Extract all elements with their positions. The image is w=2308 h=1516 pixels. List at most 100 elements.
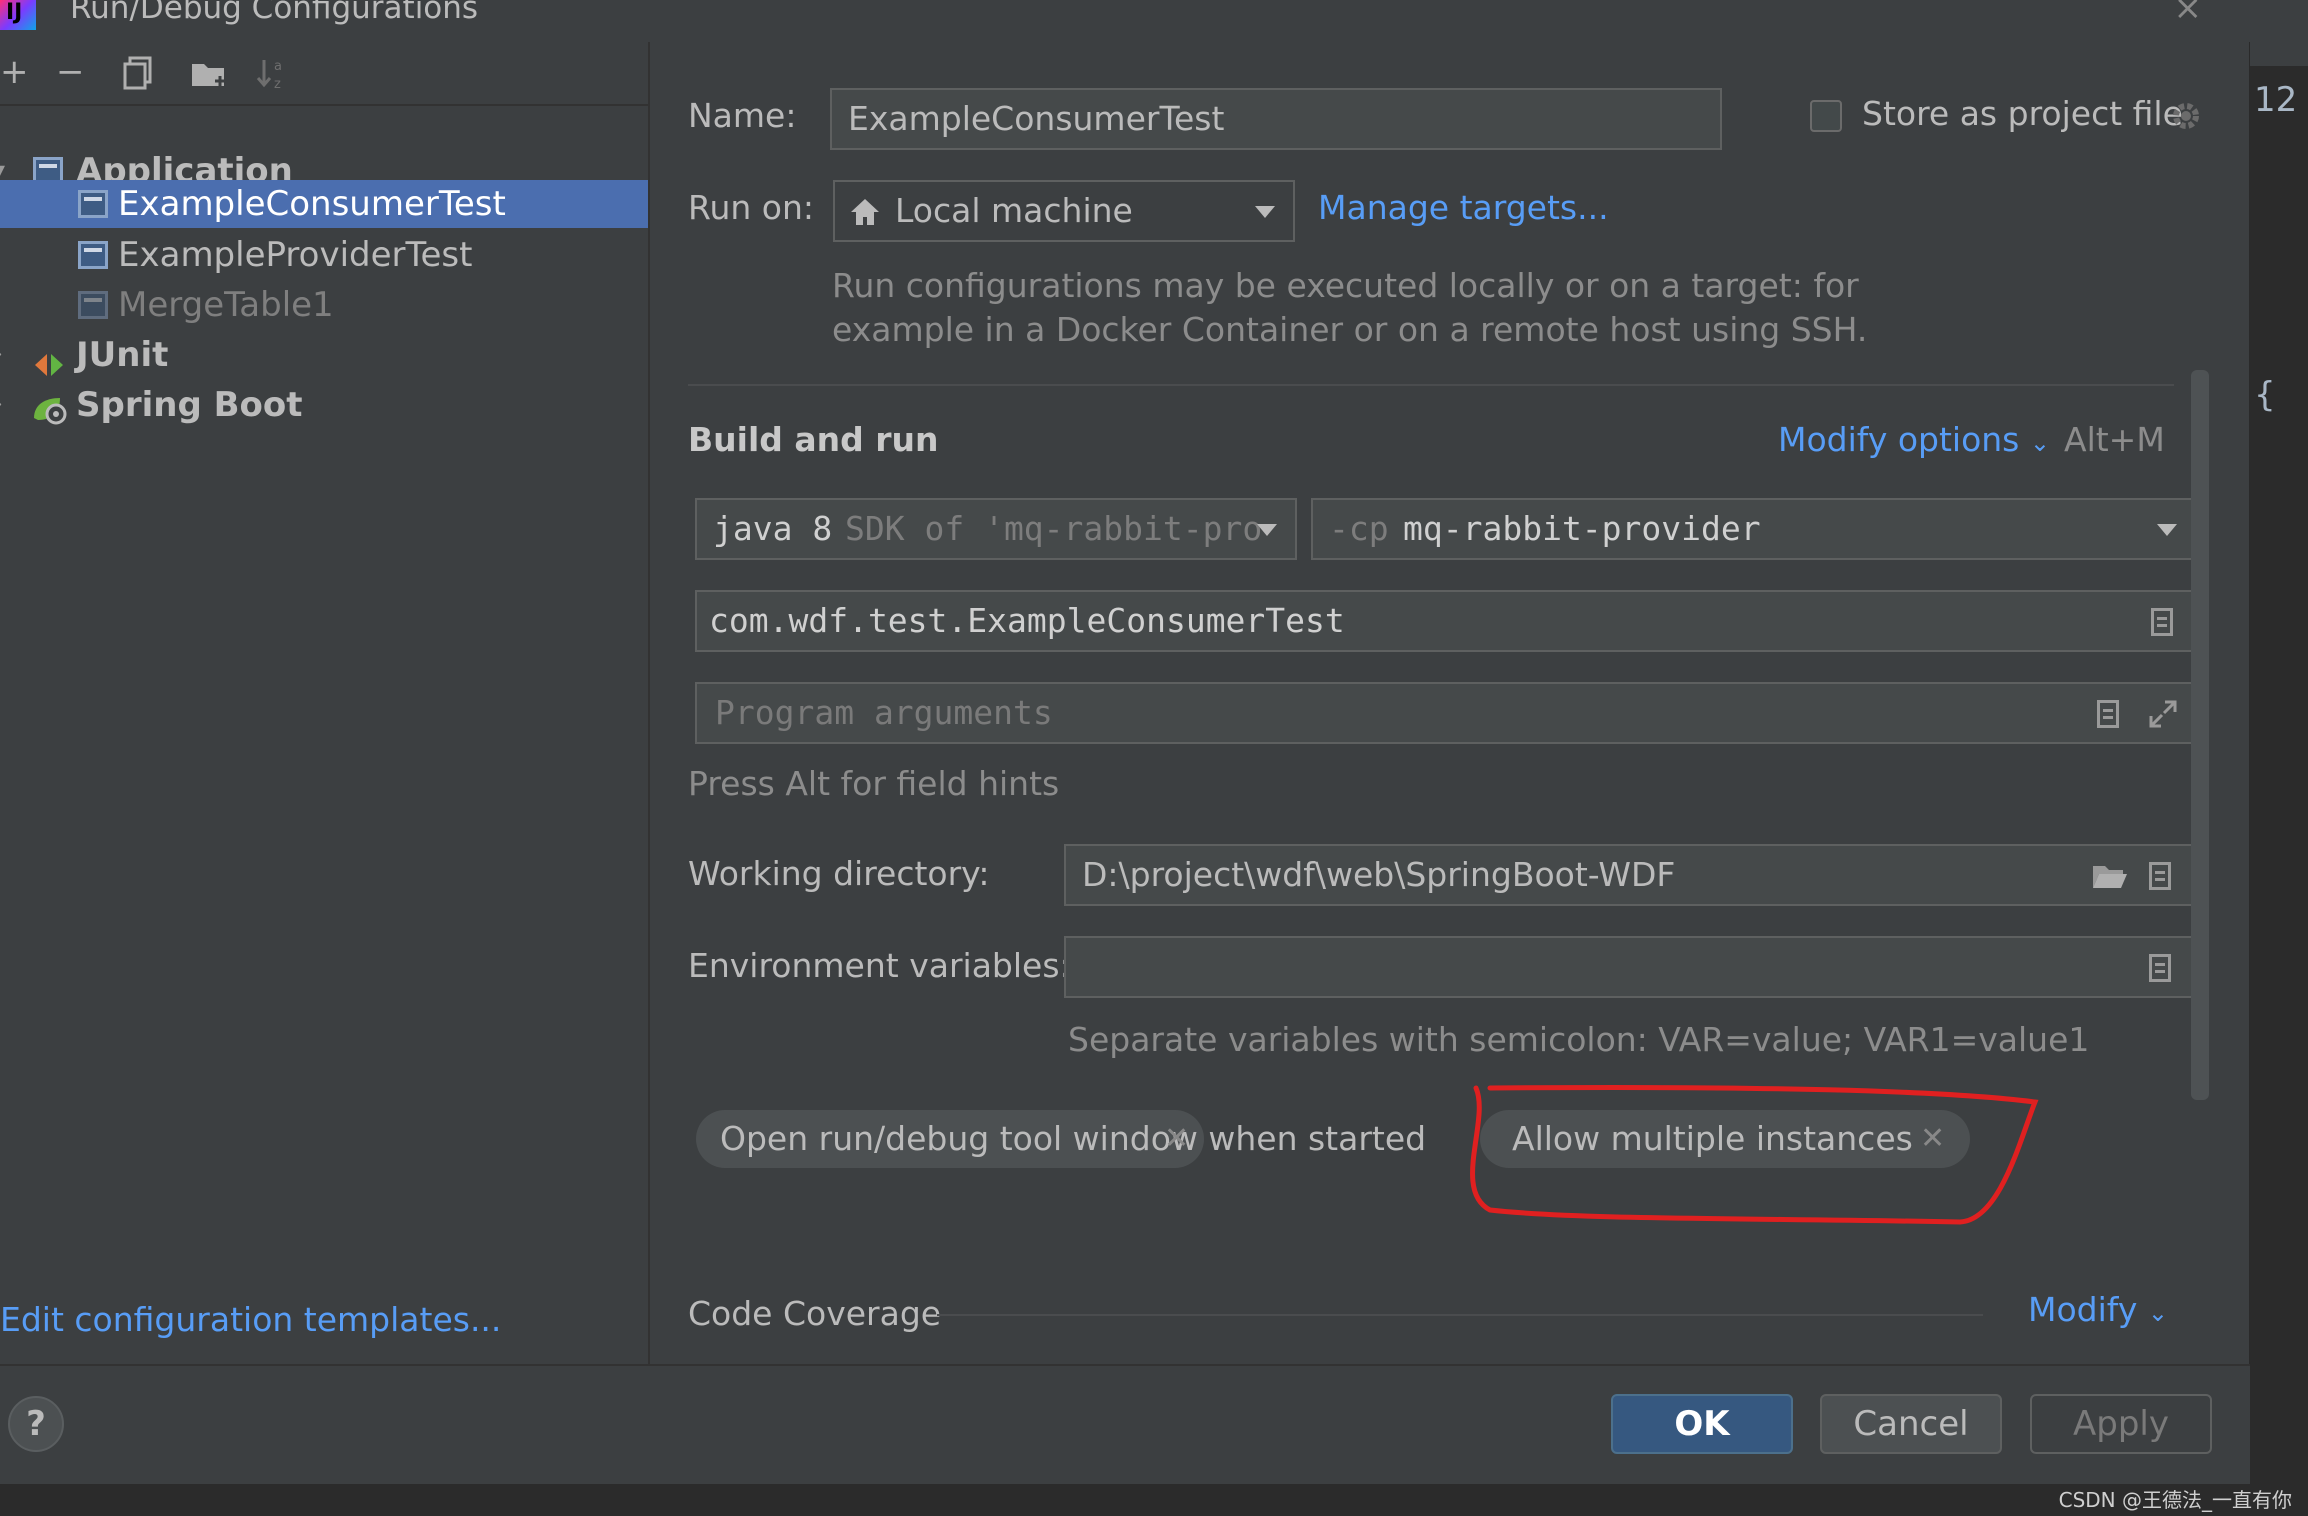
- insert-macro-icon[interactable]: [2097, 700, 2119, 728]
- field-hints-text: Press Alt for field hints: [688, 764, 1060, 803]
- name-input[interactable]: ExampleConsumerTest: [830, 88, 1722, 150]
- apply-button[interactable]: Apply: [2030, 1394, 2212, 1454]
- classpath-dropdown[interactable]: -cp mq-rabbit-provider: [1311, 498, 2197, 560]
- tree-item-example-consumer-test[interactable]: ExampleConsumerTest: [0, 180, 648, 228]
- classpath-prefix: -cp: [1329, 509, 1389, 548]
- configuration-form: Name: ExampleConsumerTest Store as proje…: [650, 42, 2250, 1364]
- working-directory-input[interactable]: D:\project\wdf\web\SpringBoot-WDF: [1064, 844, 2197, 906]
- gear-icon[interactable]: [2168, 98, 2204, 138]
- config-toolbar: + − az: [0, 42, 648, 106]
- edit-templates-link[interactable]: Edit configuration templates...: [0, 1300, 501, 1339]
- name-value: ExampleConsumerTest: [848, 99, 1225, 138]
- expand-arrow-icon[interactable]: ›: [0, 330, 3, 380]
- chip-label: Open run/debug tool window when started: [720, 1119, 1427, 1158]
- tree-item-junit[interactable]: › JUnit: [0, 330, 648, 380]
- svg-text:a: a: [274, 59, 282, 74]
- chevron-down-icon: ⌄: [2029, 429, 2050, 457]
- run-on-hint-line-1: Run configurations may be executed local…: [832, 266, 1859, 305]
- environment-variables-label: Environment variables:: [688, 946, 1071, 985]
- modify-options-link[interactable]: Modify options ⌄: [1778, 420, 2050, 459]
- watermark-bar: CSDN @王德法_一直有你: [0, 1484, 2308, 1516]
- program-arguments-input[interactable]: Program arguments: [695, 682, 2197, 744]
- edit-environment-icon[interactable]: [2149, 954, 2171, 982]
- tree-item-label: JUnit: [76, 335, 169, 375]
- browse-class-icon[interactable]: [2151, 608, 2173, 636]
- intellij-logo-icon: IJ: [0, 0, 36, 30]
- working-directory-label: Working directory:: [688, 854, 990, 893]
- store-as-project-file-checkbox[interactable]: [1810, 100, 1842, 132]
- dialog-title: Run/Debug Configurations: [70, 0, 479, 26]
- tree-item-merge-table1[interactable]: MergeTable1: [0, 280, 648, 330]
- cancel-button[interactable]: Cancel: [1820, 1394, 2002, 1454]
- sort-button[interactable]: az: [256, 56, 292, 101]
- remove-configuration-button[interactable]: −: [56, 52, 85, 92]
- chip-label: Allow multiple instances: [1512, 1119, 1913, 1158]
- editor-line-number: 12: [2254, 80, 2298, 120]
- svg-text:z: z: [274, 77, 281, 92]
- application-icon: [78, 241, 108, 269]
- tree-item-spring-boot[interactable]: › Spring Boot: [0, 380, 648, 430]
- new-folder-button[interactable]: [190, 58, 228, 99]
- background-editor: 12 {: [2250, 0, 2308, 1516]
- tree-item-label: ExampleConsumerTest: [118, 184, 506, 224]
- option-chip-open-tool-window[interactable]: Open run/debug tool window when started …: [696, 1110, 1426, 1168]
- jdk-sub: SDK of 'mq-rabbit-pro: [845, 509, 1263, 548]
- editor-brace: {: [2254, 375, 2276, 415]
- help-button[interactable]: ?: [8, 1396, 64, 1452]
- modify-label: Modify: [2028, 1290, 2138, 1329]
- chevron-down-icon: ⌄: [2147, 1299, 2168, 1327]
- tree-item-example-provider-test[interactable]: ExampleProviderTest: [0, 230, 648, 280]
- classpath-value: mq-rabbit-provider: [1403, 509, 1761, 548]
- run-debug-dialog: IJ Run/Debug Configurations × + − az ▾ A…: [0, 0, 2250, 1486]
- add-configuration-button[interactable]: +: [0, 52, 29, 92]
- section-divider: [688, 384, 2174, 386]
- close-icon[interactable]: ✕: [1920, 1110, 1945, 1168]
- configurations-panel: + − az ▾ Application ExampleConsumerTest: [0, 42, 650, 1364]
- copy-configuration-button[interactable]: [122, 56, 154, 99]
- code-coverage-divider: [937, 1314, 1983, 1316]
- spring-boot-icon: [30, 390, 67, 425]
- tree-item-label: MergeTable1: [118, 285, 334, 325]
- jdk-main: java 8: [713, 509, 833, 548]
- environment-variables-hint: Separate variables with semicolon: VAR=v…: [1068, 1020, 2090, 1059]
- junit-icon: [33, 342, 63, 376]
- application-icon: [78, 190, 108, 218]
- environment-variables-input[interactable]: [1064, 936, 2197, 998]
- close-icon[interactable]: ×: [2174, 0, 2203, 28]
- watermark-text: CSDN @王德法_一直有你: [2058, 1488, 2292, 1512]
- modify-options-shortcut: Alt+M: [2064, 420, 2165, 459]
- run-on-hint-line-2: example in a Docker Container or on a re…: [832, 310, 1868, 349]
- sort-icon: az: [256, 59, 282, 92]
- option-chip-allow-multiple-instances[interactable]: Allow multiple instances ✕: [1480, 1110, 1970, 1168]
- editor-stripe: [2250, 0, 2308, 66]
- chevron-down-icon: [1255, 206, 1275, 218]
- modify-link[interactable]: Modify ⌄: [2028, 1290, 2168, 1329]
- tree-item-label: Spring Boot: [76, 385, 303, 425]
- home-icon: [849, 196, 881, 235]
- folder-icon[interactable]: [2091, 860, 2129, 900]
- working-directory-value: D:\project\wdf\web\SpringBoot-WDF: [1082, 855, 1676, 894]
- manage-targets-link[interactable]: Manage targets...: [1318, 188, 1609, 227]
- ok-button[interactable]: OK: [1611, 1394, 1793, 1454]
- expand-arrow-icon[interactable]: ›: [0, 380, 3, 430]
- name-label: Name:: [688, 96, 797, 135]
- close-icon[interactable]: ✕: [1164, 1110, 1189, 1168]
- run-on-value: Local machine: [895, 191, 1133, 230]
- build-and-run-title: Build and run: [688, 420, 939, 459]
- main-class-value: com.wdf.test.ExampleConsumerTest: [709, 601, 1345, 640]
- tree-item-label: ExampleProviderTest: [118, 235, 473, 275]
- dialog-button-bar: ? OK Cancel Apply: [0, 1364, 2250, 1486]
- chevron-down-icon: [1257, 524, 1277, 536]
- program-arguments-placeholder: Program arguments: [715, 693, 1053, 732]
- code-coverage-title: Code Coverage: [688, 1294, 942, 1333]
- main-class-input[interactable]: com.wdf.test.ExampleConsumerTest: [695, 590, 2197, 652]
- run-on-label: Run on:: [688, 188, 814, 227]
- run-on-dropdown[interactable]: Local machine: [833, 180, 1295, 242]
- new-folder-icon: [192, 64, 225, 86]
- store-as-project-file-label: Store as project file: [1862, 94, 2183, 133]
- jdk-dropdown[interactable]: java 8 SDK of 'mq-rabbit-pro: [695, 498, 1297, 560]
- insert-macro-icon[interactable]: [2149, 862, 2171, 890]
- vertical-scrollbar[interactable]: [2191, 370, 2209, 1100]
- title-bar: IJ Run/Debug Configurations ×: [0, 0, 2250, 42]
- expand-icon[interactable]: [2147, 698, 2179, 738]
